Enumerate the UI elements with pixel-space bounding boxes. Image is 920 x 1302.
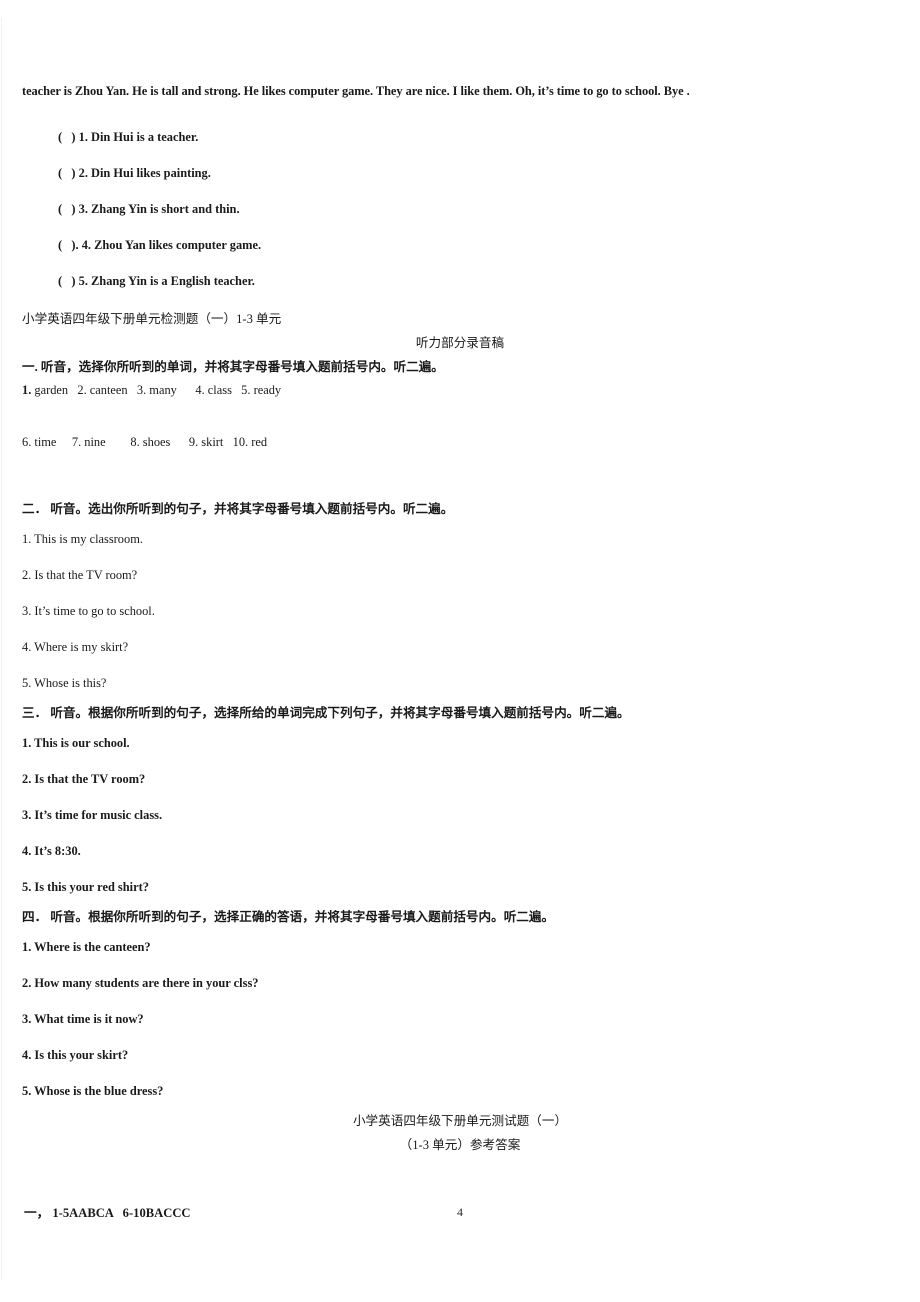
true-false-item[interactable]: ( ) 3. Zhang Yin is short and thin. — [22, 191, 898, 227]
true-false-item[interactable]: ( ) 1. Din Hui is a teacher. — [22, 119, 898, 155]
section-three-item: 4. It’s 8:30. — [22, 844, 81, 858]
true-false-item[interactable]: ( ). 4. Zhou Yan likes computer game. — [22, 227, 898, 263]
section-two-item: 2. Is that the TV room? — [22, 568, 138, 582]
section-one-word-row: 6. time 7. nine 8. shoes 9. skirt 10. re… — [22, 431, 898, 453]
passage-tail-line: teacher is Zhou Yan. He is tall and stro… — [22, 84, 690, 98]
true-false-item[interactable]: ( ) 2. Din Hui likes painting. — [22, 155, 898, 191]
section-three-item: 5. Is this your red shirt? — [22, 880, 149, 894]
worksheet-title: 小学英语四年级下册单元检测题（一）1-3 单元 — [22, 312, 282, 326]
section-three-directive: 三． 听音。根据你所听到的句子，选择所给的单词完成下列句子，并将其字母番号填入题… — [22, 706, 630, 720]
section-four-item: 4. Is this your skirt? — [22, 1048, 129, 1062]
section-four-item: 3. What time is it now? — [22, 1012, 144, 1026]
section-one-directive: 一. 听音，选择你所听到的单词，并将其字母番号填入题前括号内。听二遍。 — [22, 360, 444, 374]
page-number: 4 — [457, 1205, 463, 1219]
word-row-lead: 1. — [22, 383, 32, 397]
section-three-item: 2. Is that the TV room? — [22, 772, 146, 786]
section-four-directive: 四． 听音。根据你所听到的句子，选择正确的答语，并将其字母番号填入题前括号内。听… — [22, 910, 555, 924]
section-four-item: 5. Whose is the blue dress? — [22, 1084, 164, 1098]
listening-script-header: 听力部分录音稿 — [415, 336, 505, 350]
answer-key-title-line-1: 小学英语四年级下册单元测试题（一） — [352, 1114, 568, 1128]
section-one-word-row: 1. garden 2. canteen 3. many 4. class 5.… — [22, 379, 898, 401]
section-two-item: 4. Where is my skirt? — [22, 640, 129, 654]
section-three-item: 3. It’s time for music class. — [22, 808, 163, 822]
word-row-rest: 6. time 7. nine 8. shoes 9. skirt 10. re… — [22, 435, 268, 449]
section-two-item: 5. Whose is this? — [22, 676, 107, 690]
section-two-directive: 二． 听音。选出你所听到的句子，并将其字母番号填入题前括号内。听二遍。 — [22, 502, 454, 516]
section-three-item: 1. This is our school. — [22, 736, 130, 750]
true-false-item[interactable]: ( ) 5. Zhang Yin is a English teacher. — [22, 263, 898, 299]
true-false-list: ( ) 1. Din Hui is a teacher. ( ) 2. Din … — [22, 119, 898, 299]
scan-edge-left — [1, 18, 2, 1280]
section-two-item: 1. This is my classroom. — [22, 532, 143, 546]
document-content: teacher is Zhou Yan. He is tall and stro… — [22, 84, 898, 1225]
answer-key-title-line-2: （1-3 单元）参考答案 — [399, 1138, 521, 1152]
section-two-item: 3. It’s time to go to school. — [22, 604, 155, 618]
section-four-item: 2. How many students are there in your c… — [22, 976, 259, 990]
word-row-rest: garden 2. canteen 3. many 4. class 5. re… — [31, 383, 282, 397]
document-page: teacher is Zhou Yan. He is tall and stro… — [0, 0, 920, 1302]
section-four-item: 1. Where is the canteen? — [22, 940, 151, 954]
